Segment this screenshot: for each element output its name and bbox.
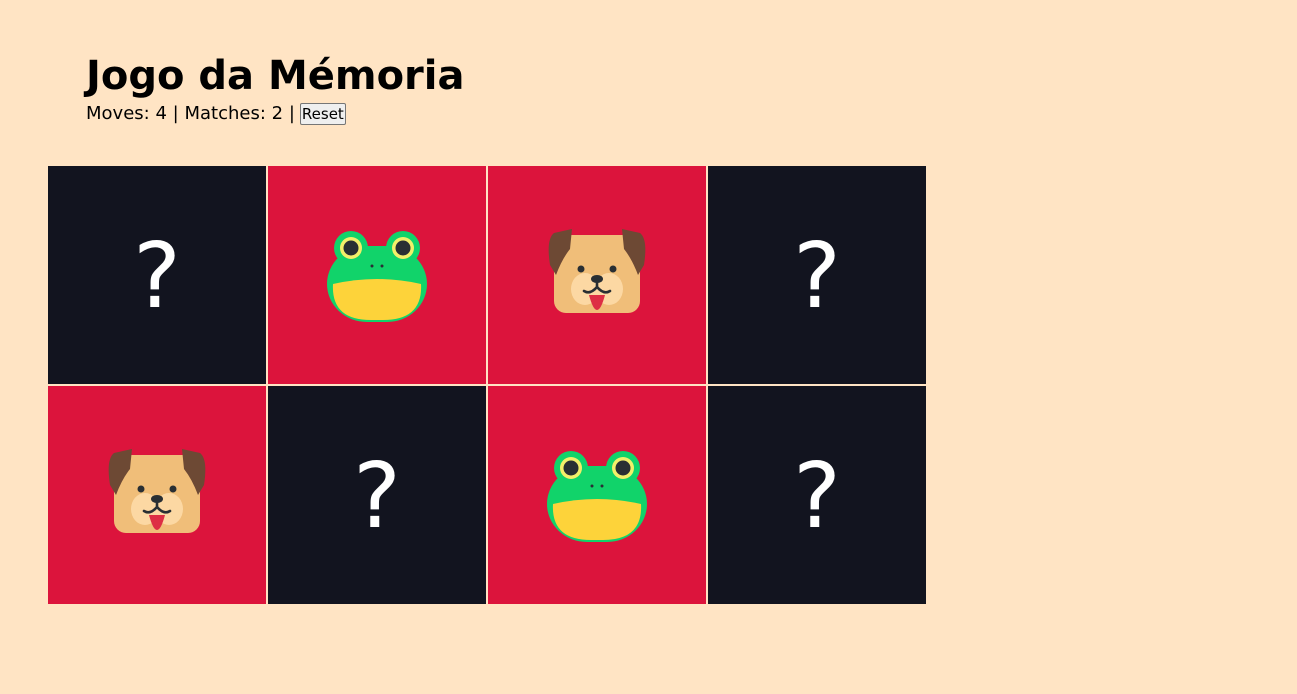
frog-icon	[327, 228, 427, 322]
stats-separator: |	[172, 103, 179, 124]
moves-count: 4	[155, 103, 167, 124]
game-header: Jogo da Mémoria Moves: 4 | Matches: 2 | …	[86, 52, 464, 126]
game-stats: Moves: 4 | Matches: 2 | Reset	[86, 102, 464, 126]
card-hidden-symbol: ?	[353, 444, 401, 549]
matches-count: 2	[271, 103, 284, 124]
memory-card[interactable]: ?	[48, 166, 266, 384]
memory-card[interactable]	[488, 386, 706, 604]
dog-icon	[108, 449, 206, 541]
moves-label: Moves:	[86, 103, 150, 124]
memory-card[interactable]: ?	[708, 166, 926, 384]
memory-card[interactable]: ?	[268, 386, 486, 604]
card-hidden-symbol: ?	[793, 224, 841, 329]
dog-icon	[548, 229, 646, 321]
page-title: Jogo da Mémoria	[86, 53, 465, 99]
card-hidden-symbol: ?	[133, 224, 181, 329]
matches-label: Matches:	[184, 103, 266, 124]
frog-icon	[547, 448, 647, 542]
reset-button[interactable]: Reset	[299, 103, 346, 125]
card-hidden-symbol: ?	[793, 444, 841, 549]
memory-card[interactable]: ?	[708, 386, 926, 604]
memory-card[interactable]	[268, 166, 486, 384]
memory-card[interactable]	[48, 386, 266, 604]
stats-separator: |	[288, 103, 295, 124]
card-board: ? ? ? ?	[48, 166, 926, 604]
memory-card[interactable]	[488, 166, 706, 384]
